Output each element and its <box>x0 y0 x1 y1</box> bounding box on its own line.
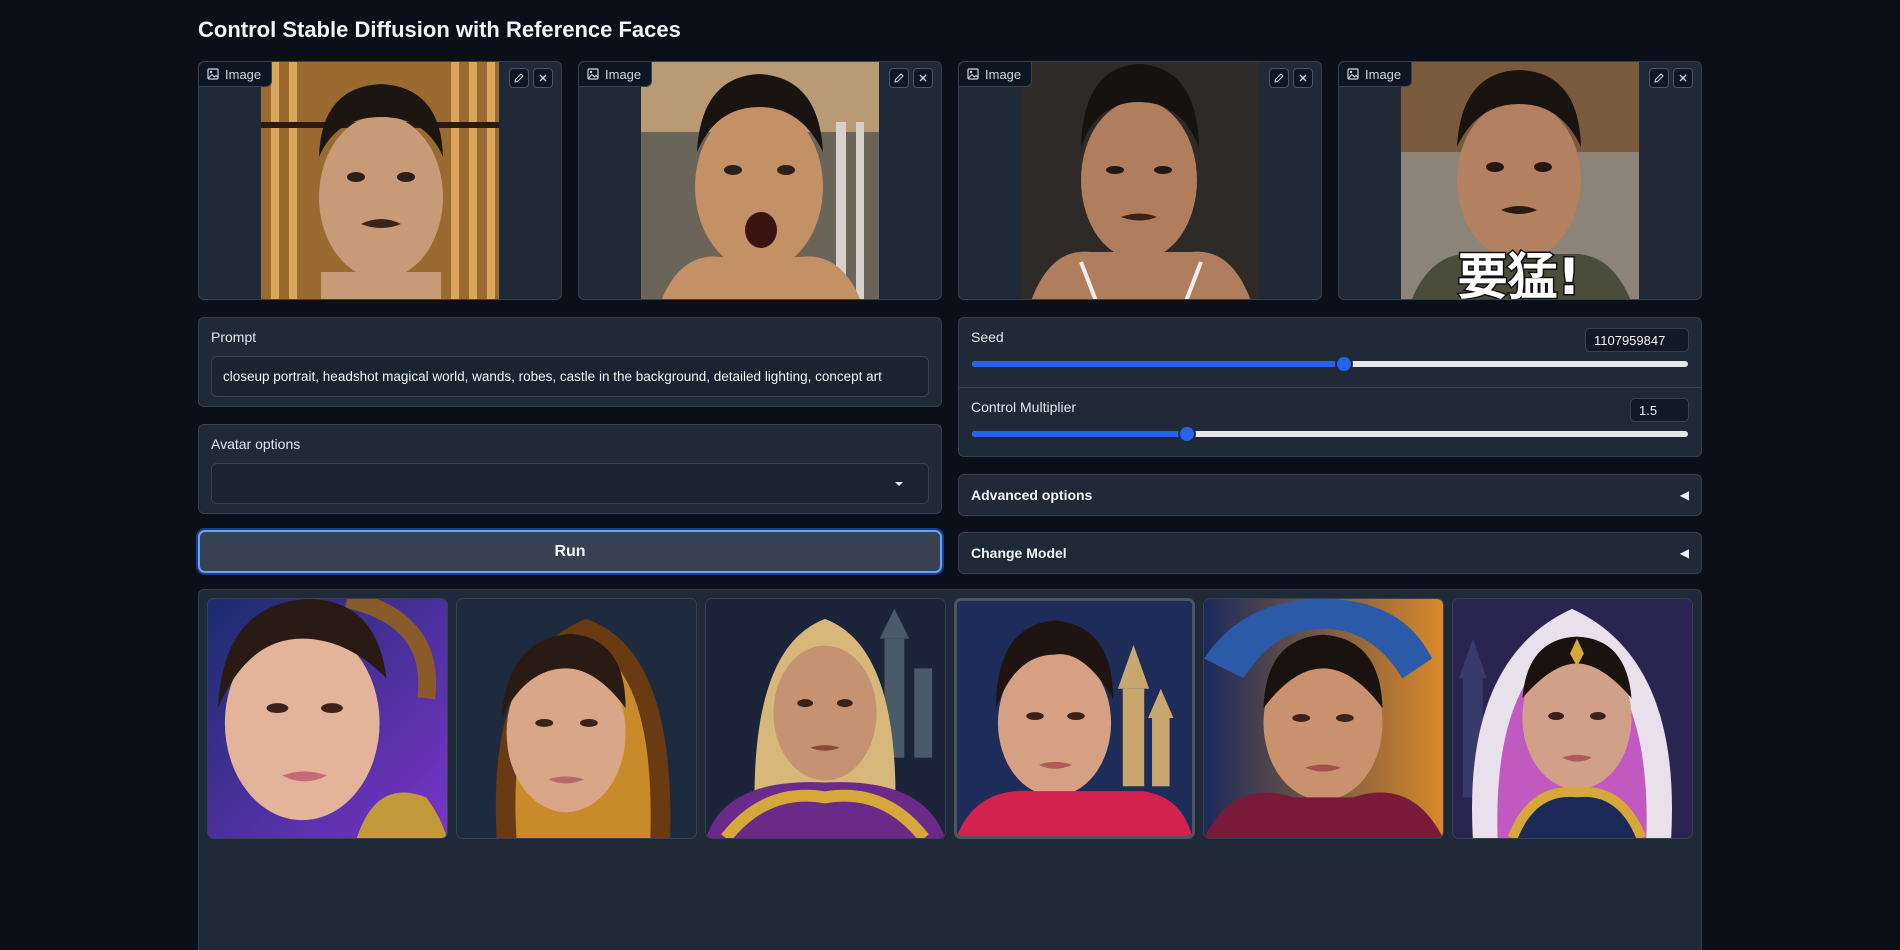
page-title: Control Stable Diffusion with Reference … <box>198 17 681 42</box>
image-label: Image <box>959 62 1033 87</box>
pencil-icon <box>1654 73 1664 83</box>
seed-slider-fill <box>972 361 1345 367</box>
image-label: Image <box>579 62 653 87</box>
image-label-text: Image <box>985 66 1022 82</box>
control-multiplier-input[interactable]: 1.5 <box>1630 398 1689 422</box>
edit-button[interactable] <box>1269 68 1289 88</box>
pencil-icon <box>514 73 524 83</box>
reference-image-3[interactable]: Image <box>958 61 1322 300</box>
reference-image-1[interactable]: Image <box>198 61 562 300</box>
pencil-icon <box>1274 73 1284 83</box>
image-label-text: Image <box>225 66 262 82</box>
image-label: Image <box>1339 62 1413 87</box>
avatar-options-panel: Avatar options <box>198 424 942 514</box>
close-button[interactable] <box>1673 68 1693 88</box>
seed-label: Seed <box>971 329 1004 345</box>
reference-photo: 要猛! <box>1401 62 1639 300</box>
change-model-label: Change Model <box>971 545 1067 561</box>
reference-image-4[interactable]: Image 要猛! <box>1338 61 1702 300</box>
gallery-image-2[interactable] <box>456 598 697 839</box>
close-icon <box>1679 74 1687 82</box>
prompt-input[interactable]: closeup portrait, headshot magical world… <box>211 356 929 397</box>
gallery-image-4[interactable] <box>954 598 1195 839</box>
control-multiplier-slider[interactable] <box>972 427 1688 441</box>
seed-slider[interactable] <box>972 357 1688 371</box>
close-icon <box>1299 74 1307 82</box>
pencil-icon <box>894 73 904 83</box>
control-multiplier-label: Control Multiplier <box>971 399 1077 415</box>
image-label-text: Image <box>1365 66 1402 82</box>
advanced-options-accordion[interactable]: Advanced options ◀ <box>958 474 1702 516</box>
reference-photo <box>1021 62 1259 299</box>
image-icon <box>967 68 979 80</box>
image-label-text: Image <box>605 66 642 82</box>
gallery-image-1[interactable] <box>207 598 448 839</box>
sliders-panel: Seed 1107959847 Control Multiplier 1.5 <box>958 317 1702 457</box>
reference-photo <box>261 62 499 299</box>
caret-left-icon: ◀ <box>1679 488 1689 502</box>
close-button[interactable] <box>533 68 553 88</box>
caret-left-icon: ◀ <box>1679 546 1689 560</box>
gallery-image-5[interactable] <box>1203 598 1444 839</box>
seed-slider-thumb[interactable] <box>1337 357 1352 371</box>
change-model-accordion[interactable]: Change Model ◀ <box>958 532 1702 574</box>
prompt-panel: Prompt closeup portrait, headshot magica… <box>198 317 942 407</box>
control-multiplier-slider-fill <box>972 431 1187 437</box>
image-label: Image <box>199 62 273 87</box>
chevron-down-icon <box>895 481 903 486</box>
gallery-image-6[interactable] <box>1452 598 1693 839</box>
close-icon <box>919 74 927 82</box>
control-multiplier-slider-thumb[interactable] <box>1179 427 1194 441</box>
reference-photo <box>641 62 879 299</box>
close-button[interactable] <box>913 68 933 88</box>
seed-input[interactable]: 1107959847 <box>1585 328 1689 352</box>
edit-button[interactable] <box>1649 68 1669 88</box>
image-icon <box>207 68 219 80</box>
overlay-text: 要猛! <box>1458 248 1581 300</box>
run-button[interactable]: Run <box>198 530 942 573</box>
edit-button[interactable] <box>889 68 909 88</box>
edit-button[interactable] <box>509 68 529 88</box>
gallery-image-3[interactable] <box>705 598 946 839</box>
close-icon <box>539 74 547 82</box>
avatar-options-dropdown[interactable] <box>211 463 929 504</box>
prompt-label: Prompt <box>211 329 257 345</box>
image-icon <box>587 68 599 80</box>
reference-image-2[interactable]: Image <box>578 61 942 300</box>
image-icon <box>1347 68 1359 80</box>
close-button[interactable] <box>1293 68 1313 88</box>
advanced-options-label: Advanced options <box>971 487 1093 503</box>
divider <box>959 387 1701 388</box>
avatar-options-label: Avatar options <box>211 436 301 452</box>
